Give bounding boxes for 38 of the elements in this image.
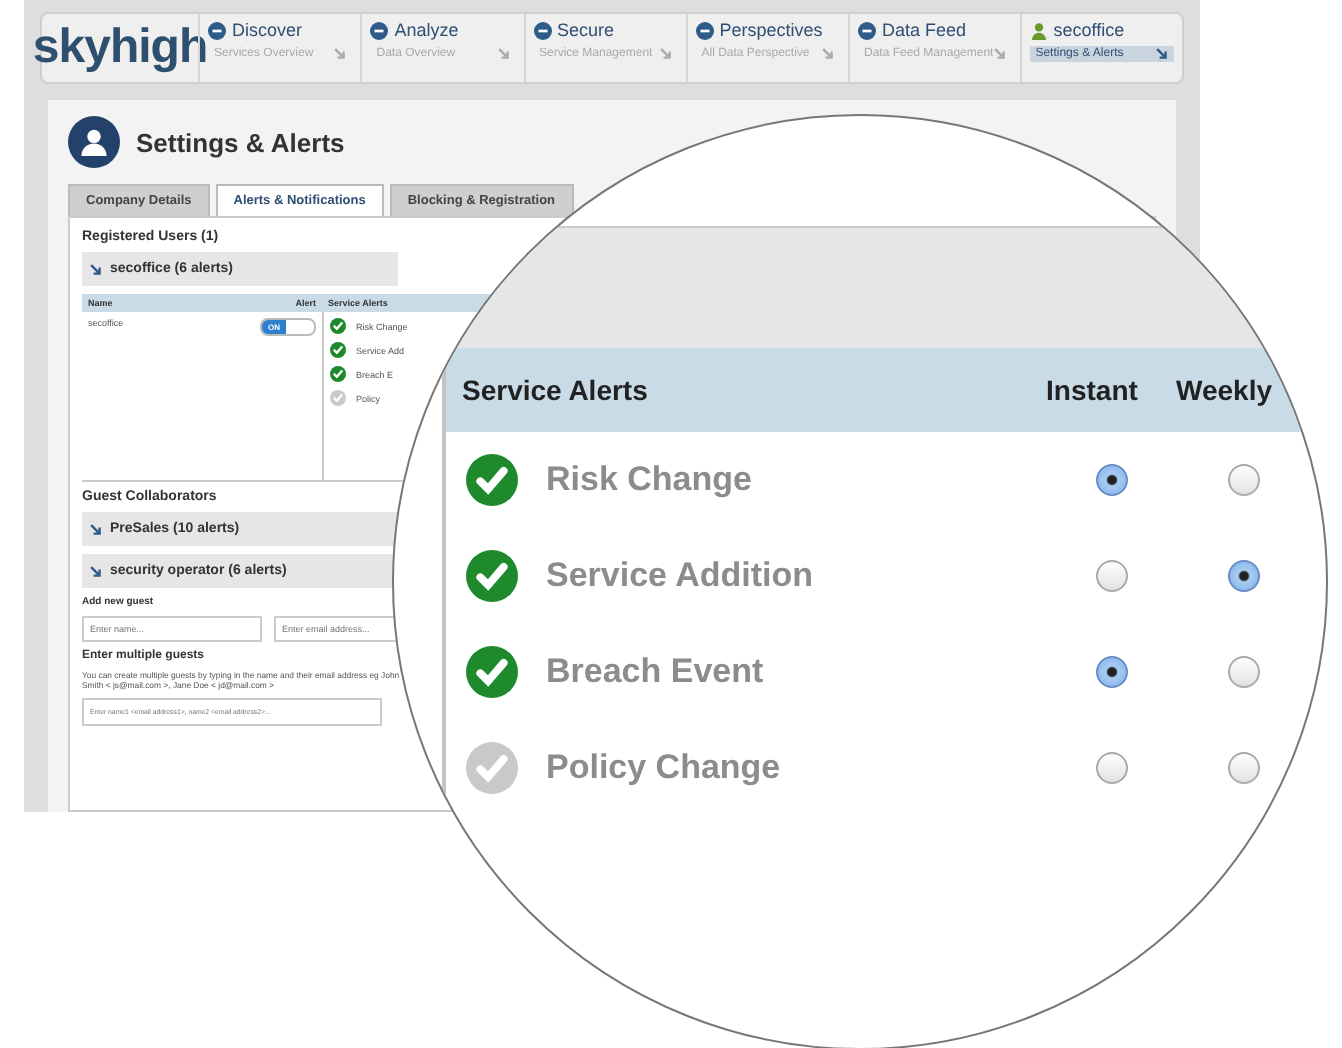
arrow-icon (90, 523, 102, 535)
arrow-icon (993, 48, 1006, 60)
weekly-radio[interactable] (1228, 560, 1260, 592)
page-title: Settings & Alerts (136, 127, 345, 157)
arrow-icon (334, 48, 347, 60)
alert-name: Risk Change (546, 460, 752, 500)
nav-title: Data Feed (882, 20, 967, 40)
circle-icon (208, 21, 226, 39)
alert-name: Service Addition (546, 556, 814, 596)
arrow-icon (1155, 48, 1168, 60)
instant-radio[interactable] (1096, 464, 1128, 496)
circle-icon (858, 21, 876, 39)
nav-title: secoffice (1053, 20, 1125, 40)
instant-radio[interactable] (1096, 752, 1128, 784)
column-header: Weekly (1174, 374, 1274, 406)
nav-title: Secure (557, 20, 615, 40)
arrow-icon (497, 48, 509, 60)
arrow-icon (90, 263, 102, 275)
weekly-radio[interactable] (1228, 656, 1260, 688)
user-icon (68, 116, 120, 168)
instant-radio[interactable] (1096, 656, 1128, 688)
alert-name: Policy Change (546, 748, 781, 788)
nav-title: Perspectives (719, 20, 823, 40)
arrow-icon (822, 48, 834, 60)
arrow-icon (659, 48, 672, 60)
alert-name: Breach Event (546, 652, 764, 692)
weekly-radio[interactable] (1228, 464, 1260, 496)
circle-icon (533, 21, 551, 39)
weekly-radio[interactable] (1228, 752, 1260, 784)
user-icon (1029, 21, 1048, 39)
circle-icon (370, 21, 389, 39)
column-header: Service Alerts (462, 374, 650, 406)
arrow-icon (90, 565, 102, 577)
circle-icon (695, 21, 714, 39)
nav-title: Analyze (394, 20, 459, 40)
column-header: Instant (1044, 374, 1140, 406)
nav-title: Discover (232, 20, 303, 40)
instant-radio[interactable] (1096, 560, 1128, 592)
